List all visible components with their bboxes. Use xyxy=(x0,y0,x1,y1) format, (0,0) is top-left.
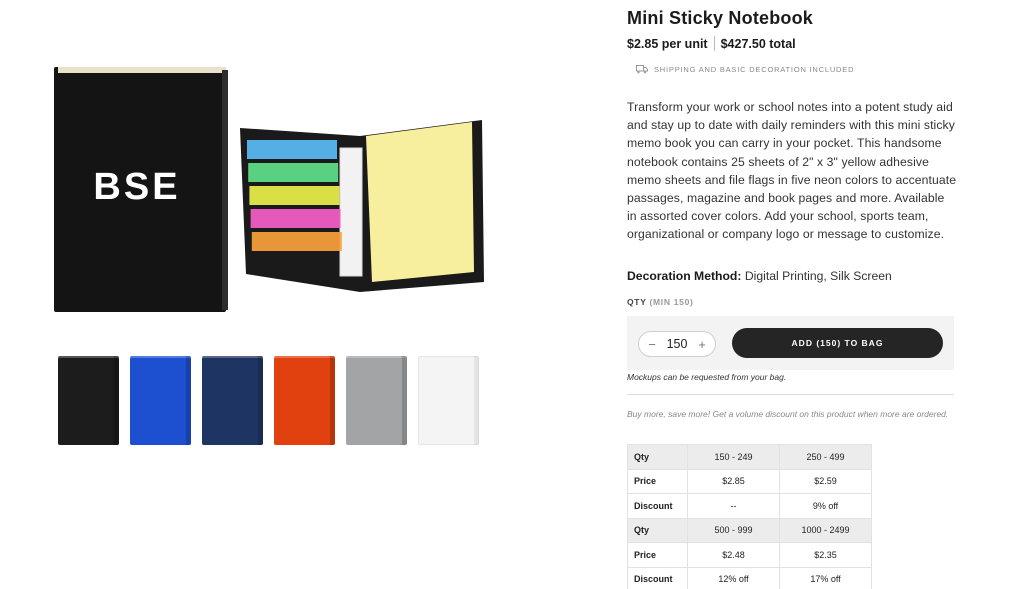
table-row: Price $2.48 $2.35 xyxy=(627,542,872,568)
swatch-black[interactable] xyxy=(58,356,119,445)
decoration-method: Decoration Method: Digital Printing, Sil… xyxy=(627,269,892,283)
qty-label: QTY (MIN 150) xyxy=(627,297,694,307)
discount-header: Discount xyxy=(627,566,688,589)
tier-qty: 1000 - 2499 xyxy=(779,517,872,543)
swatch-white[interactable] xyxy=(418,356,479,445)
tier-price: $2.59 xyxy=(779,468,872,494)
notebook-illustration: BSE xyxy=(54,67,484,312)
pricing-tiers-table: Qty 150 - 249 250 - 499 Price $2.85 $2.5… xyxy=(627,444,872,589)
unit-price: $2.85 per unit xyxy=(627,36,708,51)
tier-discount: 12% off xyxy=(687,566,780,589)
shipping-text: SHIPPING AND BASIC DECORATION INCLUDED xyxy=(654,65,855,74)
swatch-gray[interactable] xyxy=(346,356,407,445)
tier-qty: 150 - 249 xyxy=(687,444,780,470)
swatch-navy[interactable] xyxy=(202,356,263,445)
sticky-flag xyxy=(249,186,340,205)
buy-box: − 150 + ADD (150) TO BAG xyxy=(627,316,954,370)
total-price: $427.50 total xyxy=(720,36,796,51)
price-row: $2.85 per unit $427.50 total xyxy=(627,36,796,51)
table-row: Qty 150 - 249 250 - 499 xyxy=(627,444,872,470)
quantity-stepper: − 150 + xyxy=(638,331,716,357)
truck-icon xyxy=(636,65,648,74)
product-description: Transform your work or school notes into… xyxy=(627,100,957,242)
price-divider xyxy=(713,36,715,51)
shipping-note: SHIPPING AND BASIC DECORATION INCLUDED xyxy=(636,65,854,74)
sticky-flag xyxy=(251,232,342,251)
qty-header: Qty xyxy=(627,517,688,543)
quantity-input[interactable]: 150 xyxy=(667,337,688,351)
table-row: Discount -- 9% off xyxy=(627,493,872,519)
tier-qty: 250 - 499 xyxy=(779,444,872,470)
price-header: Price xyxy=(627,468,688,494)
decrease-qty-button[interactable]: − xyxy=(646,337,658,352)
table-row: Qty 500 - 999 1000 - 2499 xyxy=(627,517,872,543)
color-swatches xyxy=(58,356,479,445)
qty-header: Qty xyxy=(627,444,688,470)
tier-qty: 500 - 999 xyxy=(687,517,780,543)
qty-min: (MIN 150) xyxy=(649,297,694,307)
table-row: Price $2.85 $2.59 xyxy=(627,468,872,494)
divider xyxy=(627,394,954,395)
decoration-value: Digital Printing, Silk Screen xyxy=(744,269,892,283)
sticky-flag xyxy=(248,163,339,182)
mockups-note: Mockups can be requested from your bag. xyxy=(627,372,787,382)
tier-price: $2.85 xyxy=(687,468,780,494)
add-to-bag-button[interactable]: ADD (150) TO BAG xyxy=(732,328,943,358)
discount-header: Discount xyxy=(627,493,688,519)
decoration-label: Decoration Method: xyxy=(627,269,742,283)
tier-price: $2.48 xyxy=(687,542,780,568)
tier-price: $2.35 xyxy=(779,542,872,568)
swatch-orange[interactable] xyxy=(274,356,335,445)
product-title: Mini Sticky Notebook xyxy=(627,8,814,28)
logo-text: BSE xyxy=(93,166,180,208)
qty-label-text: QTY xyxy=(627,297,647,307)
product-main-image: BSE xyxy=(40,60,500,320)
price-header: Price xyxy=(627,542,688,568)
volume-discount-note: Buy more, save more! Get a volume discou… xyxy=(627,409,949,419)
tier-discount: 9% off xyxy=(779,493,872,519)
sticky-flag xyxy=(247,140,337,159)
increase-qty-button[interactable]: + xyxy=(696,337,708,352)
swatch-blue[interactable] xyxy=(130,356,191,445)
table-row: Discount 12% off 17% off xyxy=(627,566,872,589)
tier-discount: -- xyxy=(687,493,780,519)
sticky-flag xyxy=(250,209,341,228)
tier-discount: 17% off xyxy=(779,566,872,589)
